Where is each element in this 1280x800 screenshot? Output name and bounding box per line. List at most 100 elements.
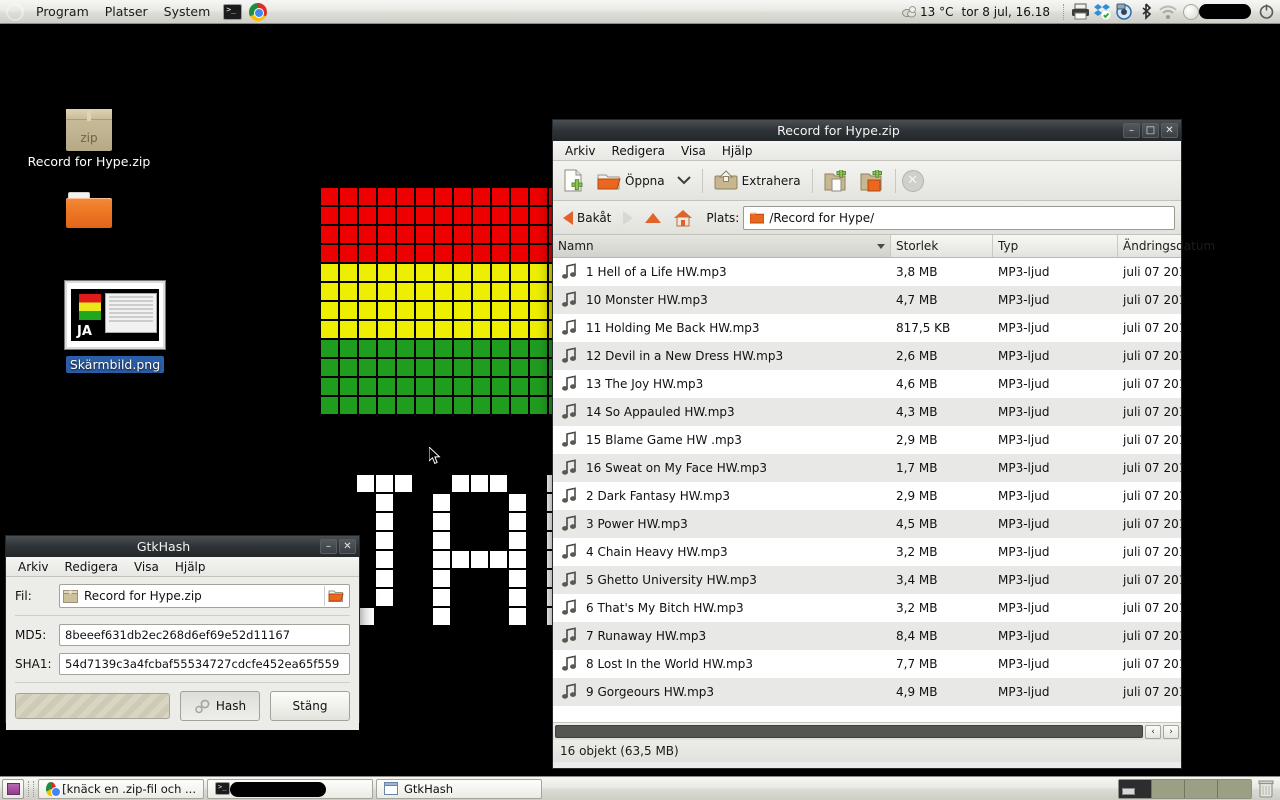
gtkhash-titlebar[interactable]: GtkHash – ✕: [6, 536, 359, 557]
workspace-switcher[interactable]: [1118, 779, 1252, 799]
task-chrome[interactable]: [knäck en .zip-fil och ...: [38, 779, 204, 799]
stop-button[interactable]: ✕: [902, 170, 924, 192]
workspace-2[interactable]: [1152, 780, 1185, 798]
location-input[interactable]: /Record for Hype/: [743, 206, 1175, 230]
close-button[interactable]: ✕: [1161, 123, 1178, 138]
menu-system[interactable]: System: [156, 1, 219, 22]
wallpaper-text-pixel: [433, 513, 450, 530]
extract-button[interactable]: Extrahera: [709, 164, 806, 198]
table-row[interactable]: 16 Sweat on My Face HW.mp31,7 MBMP3-ljud…: [553, 454, 1181, 482]
gtkhash-file-chooser[interactable]: Record for Hype.zip: [59, 584, 350, 608]
cell-type: MP3-ljud: [993, 573, 1118, 587]
desktop-icon-folder[interactable]: [14, 192, 164, 231]
column-header-storlek[interactable]: Storlek: [891, 235, 993, 257]
file-roller-titlebar[interactable]: Record for Hype.zip – □ ✕: [553, 120, 1181, 141]
menu-visa[interactable]: Visa: [673, 142, 714, 160]
terminal-launcher[interactable]: >_: [222, 1, 243, 22]
table-row[interactable]: 8 Lost In the World HW.mp37,7 MBMP3-ljud…: [553, 650, 1181, 678]
table-row[interactable]: 5 Ghetto University HW.mp33,4 MBMP3-ljud…: [553, 566, 1181, 594]
gtkhash-sha1-value[interactable]: 54d7139c3a4fcbaf55534727cdcfe452ea65f559: [59, 653, 350, 675]
menu-program[interactable]: Program: [28, 1, 97, 22]
column-header-namn[interactable]: Namn: [553, 235, 891, 257]
chrome-launcher[interactable]: [247, 1, 268, 22]
gtkhash-menu-arkiv[interactable]: Arkiv: [10, 558, 57, 576]
back-button[interactable]: Bakåt: [559, 204, 615, 232]
table-row[interactable]: 13 The Joy HW.mp34,6 MBMP3-ljudjuli 07 2…: [553, 370, 1181, 398]
taskbar-grip[interactable]: [28, 781, 34, 797]
table-row[interactable]: 2 Dark Fantasy HW.mp32,9 MBMP3-ljudjuli …: [553, 482, 1181, 510]
menu-platser[interactable]: Platser: [97, 1, 156, 22]
cell-name: 1 Hell of a Life HW.mp3: [553, 263, 891, 281]
cell-size: 4,7 MB: [891, 293, 993, 307]
gtkhash-menu-hjalp[interactable]: Hjälp: [167, 558, 214, 576]
trash-applet[interactable]: [1256, 779, 1276, 799]
gtkhash-md5-value[interactable]: 8beeef631db2ec268d6ef69e52d11167: [59, 624, 350, 646]
column-header-namn-label: Namn: [558, 239, 594, 253]
bluetooth-tray-icon[interactable]: [1135, 1, 1157, 23]
weather-applet[interactable]: 13 °C: [898, 5, 957, 19]
printer-tray-icon[interactable]: [1069, 1, 1091, 23]
cell-name: 12 Devil in a New Dress HW.mp3: [553, 347, 891, 365]
table-row[interactable]: 11 Holding Me Back HW.mp3817,5 KBMP3-lju…: [553, 314, 1181, 342]
table-row[interactable]: 9 Gorgeours HW.mp34,9 MBMP3-ljudjuli 07 …: [553, 678, 1181, 706]
wallpaper-text-pixel: [471, 570, 488, 587]
maximize-button[interactable]: □: [1142, 123, 1159, 138]
column-header-typ[interactable]: Typ: [993, 235, 1118, 257]
table-row[interactable]: 12 Devil in a New Dress HW.mp32,6 MBMP3-…: [553, 342, 1181, 370]
scroll-left-button[interactable]: ‹: [1145, 725, 1161, 739]
table-row[interactable]: 7 Runaway HW.mp38,4 MBMP3-ljudjuli 07 20…: [553, 622, 1181, 650]
dropbox-tray-icon[interactable]: [1091, 1, 1113, 23]
gtkhash-menu-visa[interactable]: Visa: [126, 558, 167, 576]
menu-arkiv[interactable]: Arkiv: [557, 142, 604, 160]
scroll-right-button[interactable]: ›: [1163, 725, 1179, 739]
task-terminal[interactable]: >_ ptop: ~]: [207, 779, 373, 799]
gtkhash-window[interactable]: GtkHash – ✕ Arkiv Redigera Visa Hjälp Fi…: [5, 535, 360, 723]
wallpaper-grid-cell: [397, 226, 414, 243]
workspace-4[interactable]: [1218, 780, 1251, 798]
workspace-3[interactable]: [1185, 780, 1218, 798]
horizontal-scrollbar[interactable]: ‹ ›: [553, 722, 1181, 740]
desktop-icon-zip[interactable]: zip Record for Hype.zip: [14, 109, 164, 169]
update-manager-tray-icon[interactable]: [1113, 1, 1135, 23]
gtkhash-close-action-button[interactable]: Stäng: [270, 691, 350, 721]
task-gtkhash[interactable]: GtkHash: [376, 779, 542, 799]
clock[interactable]: tor 8 jul, 16.18: [958, 5, 1061, 19]
add-folder-button[interactable]: [855, 164, 889, 198]
table-row[interactable]: 6 That's My Bitch HW.mp33,2 MBMP3-ljudju…: [553, 594, 1181, 622]
table-row[interactable]: 14 So Appauled HW.mp34,3 MBMP3-ljudjuli …: [553, 398, 1181, 426]
table-row[interactable]: 15 Blame Game HW .mp32,9 MBMP3-ljudjuli …: [553, 426, 1181, 454]
table-row[interactable]: 10 Monster HW.mp34,7 MBMP3-ljudjuli 07 2…: [553, 286, 1181, 314]
gtkhash-minimize-button[interactable]: –: [320, 539, 337, 554]
gtkhash-hash-button[interactable]: Hash: [180, 691, 260, 721]
file-list[interactable]: 1 Hell of a Life HW.mp33,8 MBMP3-ljudjul…: [553, 258, 1181, 722]
file-roller-window[interactable]: Record for Hype.zip – □ ✕ Arkiv Redigera…: [552, 119, 1182, 769]
new-archive-button[interactable]: [558, 164, 590, 198]
open-button[interactable]: Öppna: [592, 164, 670, 198]
scrollbar-thumb[interactable]: [555, 725, 1143, 738]
user-menu[interactable]: [1179, 4, 1255, 20]
menu-redigera[interactable]: Redigera: [604, 142, 673, 160]
minimize-button[interactable]: –: [1123, 123, 1140, 138]
power-menu[interactable]: [1255, 1, 1277, 23]
gtkhash-menu-redigera[interactable]: Redigera: [57, 558, 126, 576]
wallpaper-grid-cell: [454, 207, 471, 224]
forward-button[interactable]: [619, 204, 637, 232]
gtkhash-browse-button[interactable]: [324, 586, 346, 606]
table-row[interactable]: 3 Power HW.mp34,5 MBMP3-ljudjuli 07 2010…: [553, 510, 1181, 538]
home-button[interactable]: [669, 204, 697, 232]
gtkhash-close-button[interactable]: ✕: [339, 539, 356, 554]
desktop[interactable]: zip Record for Hype.zip JA Skärmbild.png…: [0, 24, 1280, 776]
cell-type: MP3-ljud: [993, 629, 1118, 643]
add-files-button[interactable]: [819, 164, 853, 198]
show-desktop-button[interactable]: [2, 779, 24, 799]
network-tray-icon[interactable]: [1157, 1, 1179, 23]
desktop-icon-screenshot[interactable]: JA Skärmbild.png: [40, 281, 190, 373]
up-button[interactable]: [641, 204, 665, 232]
workspace-1[interactable]: [1119, 780, 1152, 798]
open-dropdown-button[interactable]: [672, 164, 696, 198]
menu-hjalp[interactable]: Hjälp: [714, 142, 761, 160]
table-row[interactable]: 1 Hell of a Life HW.mp33,8 MBMP3-ljudjul…: [553, 258, 1181, 286]
table-row[interactable]: 4 Chain Heavy HW.mp33,2 MBMP3-ljudjuli 0…: [553, 538, 1181, 566]
column-header-andringsdatum[interactable]: Ändringsdatum: [1118, 235, 1220, 257]
file-list-header: Namn Storlek Typ Ändringsdatum: [553, 235, 1181, 258]
